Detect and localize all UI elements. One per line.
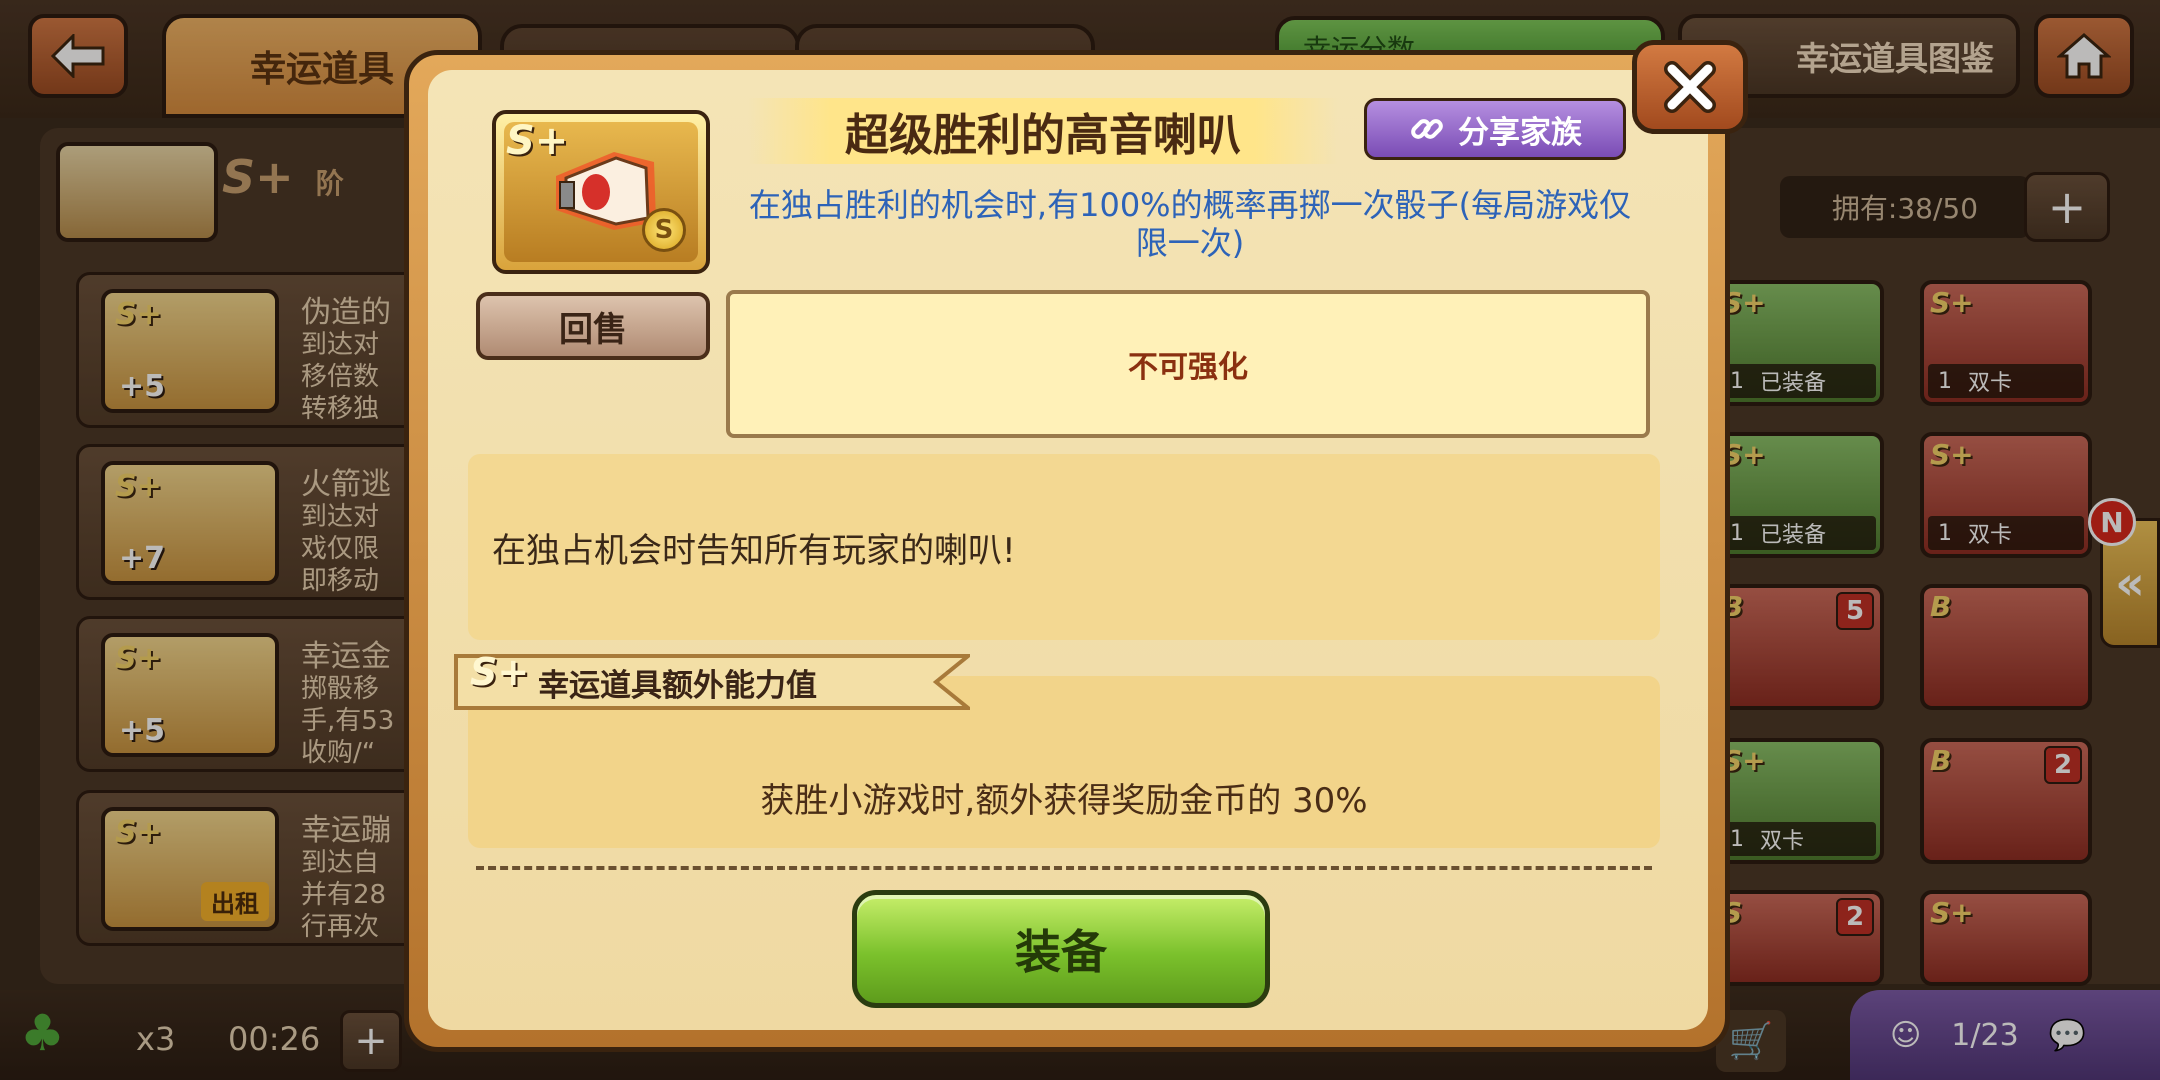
- extra-tag-label: 幸运道具额外能力值: [538, 667, 817, 704]
- item-image: S+ S: [492, 110, 710, 274]
- equip-label: 装备: [1015, 925, 1107, 979]
- close-button[interactable]: [1632, 40, 1748, 134]
- link-icon: [1411, 119, 1443, 139]
- item-effect: 在独占胜利的机会时,有100%的概率再掷一次骰子(每局游戏仅限一次): [748, 186, 1632, 262]
- item-title: 超级胜利的高音喇叭: [845, 110, 1241, 161]
- divider: [476, 866, 1652, 870]
- extra-tag-grade: S+: [470, 650, 530, 694]
- close-icon: [1664, 61, 1716, 113]
- enhance-status: 不可强化: [726, 290, 1650, 438]
- share-family-label: 分享家族: [1458, 114, 1582, 151]
- extra-ability-text: 获胜小游戏时,额外获得奖励金币的 30%: [760, 781, 1368, 821]
- megaphone-icon: S+ S: [504, 122, 698, 262]
- sell-back-button[interactable]: 回售: [476, 292, 710, 360]
- coin-icon: S: [642, 208, 686, 252]
- enhance-status-text: 不可强化: [1128, 350, 1248, 385]
- equip-button[interactable]: 装备: [852, 890, 1270, 1008]
- sell-back-label: 回售: [559, 309, 627, 350]
- item-grade-badge: S+: [506, 122, 569, 164]
- item-description-text: 在独占机会时告知所有玩家的喇叭!: [492, 530, 1016, 571]
- share-family-button[interactable]: 分享家族: [1364, 98, 1626, 160]
- item-description: 在独占机会时告知所有玩家的喇叭!: [468, 454, 1660, 640]
